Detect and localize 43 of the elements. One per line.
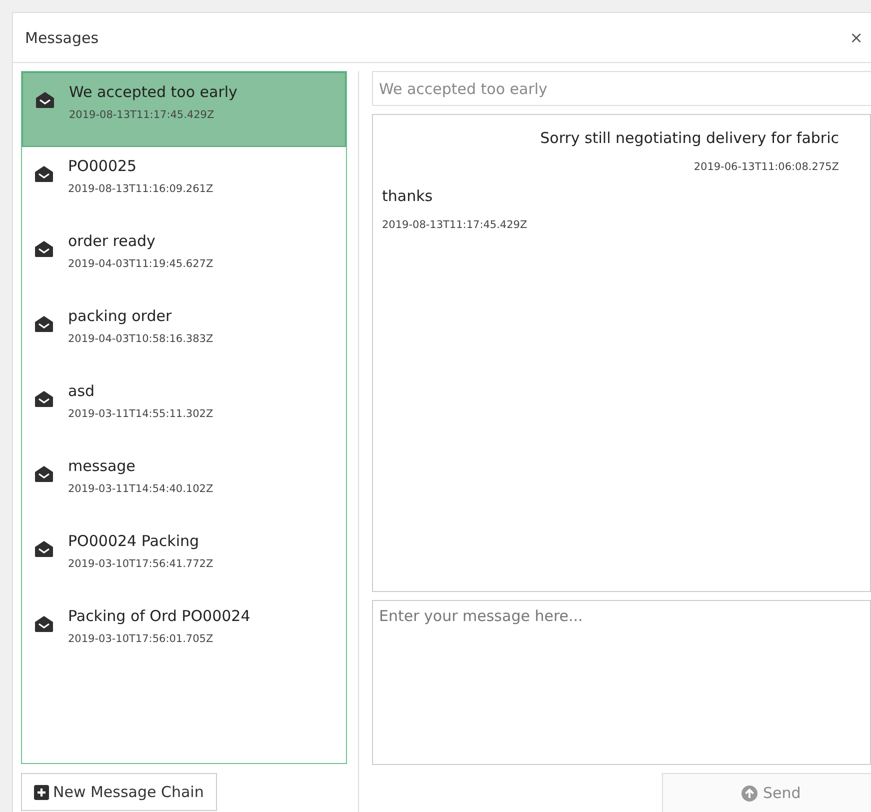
chain-item[interactable]: message 2019-03-11T14:54:40.102Z [22, 447, 346, 522]
chain-timestamp: 2019-03-10T17:56:41.772Z [68, 558, 214, 570]
envelope-icon [34, 615, 54, 633]
chain-timestamp: 2019-03-11T14:54:40.102Z [68, 483, 214, 495]
chain-subject: order ready [68, 232, 156, 250]
envelope-icon [34, 165, 54, 183]
chain-subject: packing order [68, 307, 173, 325]
chain-timestamp: 2019-08-13T11:17:45.429Z [69, 109, 216, 121]
message-timestamp: 2019-06-13T11:06:08.275Z [694, 161, 839, 173]
chain-subject: PO00025 [68, 157, 138, 175]
chain-subject: asd [68, 382, 96, 400]
chain-subject: message [68, 457, 136, 475]
close-button[interactable]: × [850, 28, 863, 47]
chain-timestamp: 2019-04-03T11:19:45.627Z [68, 258, 214, 270]
envelope-icon [34, 390, 54, 408]
chain-subject: We accepted too early [69, 83, 238, 101]
new-chain-button[interactable]: New Message Chain [21, 773, 217, 811]
chain-item[interactable]: order ready 2019-04-03T11:19:45.627Z [22, 222, 346, 297]
chain-item[interactable]: PO00024 Packing 2019-03-10T17:56:41.772Z [22, 522, 346, 597]
upload-icon [741, 784, 758, 802]
chain-subject: Packing of Ord PO00024 [68, 607, 250, 625]
chain-timestamp: 2019-03-10T17:56:01.705Z [68, 633, 214, 645]
chain-subject: PO00024 Packing [68, 532, 200, 550]
subject-field[interactable]: We accepted too early [372, 71, 871, 106]
envelope-icon [34, 540, 54, 558]
message-text: Sorry still negotiating delivery for fabric [540, 129, 839, 147]
chain-item[interactable]: asd 2019-03-11T14:55:11.302Z [22, 372, 346, 447]
chain-item[interactable]: packing order 2019-04-03T10:58:16.383Z [22, 297, 346, 372]
message-text: thanks [382, 187, 434, 205]
envelope-icon [34, 315, 54, 333]
chain-item[interactable]: PO00025 2019-08-13T11:16:09.261Z [22, 147, 346, 222]
chain-timestamp: 2019-08-13T11:16:09.261Z [68, 183, 214, 195]
message-input[interactable]: Enter your message here... [372, 600, 871, 765]
chain-timestamp: 2019-04-03T10:58:16.383Z [68, 333, 214, 345]
envelope-icon [35, 91, 55, 109]
dialog-title: Messages [25, 28, 99, 46]
chain-timestamp: 2019-03-11T14:55:11.302Z [68, 408, 214, 420]
envelope-icon [34, 240, 54, 258]
envelope-icon [34, 465, 54, 483]
plus-icon [34, 784, 49, 800]
chain-item[interactable]: Packing of Ord PO00024 2019-03-10T17:56:01.705Z [22, 597, 346, 672]
chain-item[interactable]: We accepted too early 2019-08-13T11:17:45.429Z [22, 72, 346, 147]
message-timestamp: 2019-08-13T11:17:45.429Z [382, 219, 528, 231]
